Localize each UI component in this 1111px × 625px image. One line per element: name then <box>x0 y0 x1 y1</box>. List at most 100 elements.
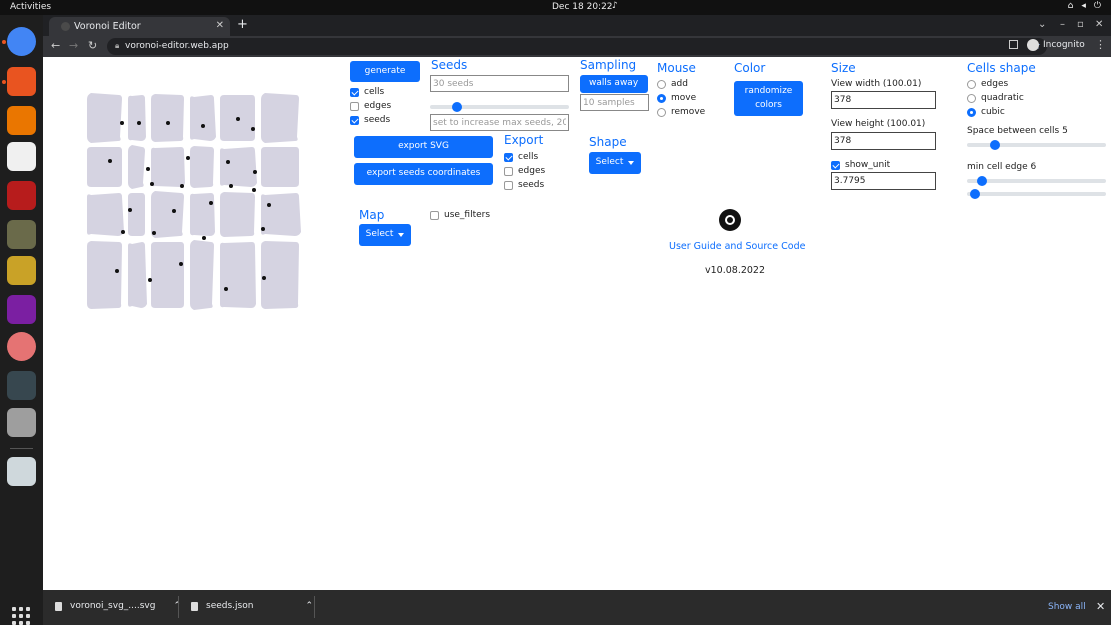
pie-icon[interactable] <box>7 332 36 361</box>
display-checkbox-box[interactable] <box>350 87 359 97</box>
browser-menu-icon[interactable]: ⋮ <box>1095 38 1106 51</box>
app-icon[interactable] <box>7 142 36 171</box>
voronoi-cell[interactable] <box>128 242 147 308</box>
seed-point[interactable] <box>121 230 125 234</box>
show-all-downloads-link[interactable]: Show all <box>1048 602 1086 612</box>
new-tab-icon[interactable]: + <box>237 17 248 32</box>
show-unit-checkbox[interactable]: show_unit <box>831 160 890 170</box>
reload-icon[interactable]: ↻ <box>88 39 97 52</box>
view-width-input[interactable] <box>831 91 936 109</box>
filezilla-icon[interactable] <box>7 181 36 210</box>
show-unit-box[interactable] <box>831 160 840 170</box>
seed-point[interactable] <box>108 159 112 163</box>
seed-point[interactable] <box>146 167 150 171</box>
voronoi-cell[interactable] <box>151 147 185 187</box>
incognito-label[interactable]: Incognito <box>1043 40 1085 50</box>
cells-shape-radio-button[interactable] <box>967 107 976 117</box>
seed-point[interactable] <box>115 269 119 273</box>
globe-icon[interactable] <box>7 256 36 285</box>
seed-point[interactable] <box>150 182 154 186</box>
unit-value-input[interactable] <box>831 172 936 190</box>
mouse-radio-move[interactable]: move <box>657 93 696 103</box>
show-applications-icon[interactable] <box>12 607 30 625</box>
export-checkbox-box[interactable] <box>504 152 513 162</box>
seed-point[interactable] <box>226 160 230 164</box>
seed-point[interactable] <box>152 231 156 235</box>
download-item-svg[interactable]: voronoi_svg_....svg ⌃ <box>55 601 181 611</box>
export-checkbox-box[interactable] <box>504 180 513 190</box>
voronoi-cell[interactable] <box>190 240 214 310</box>
mouse-radio-remove[interactable]: remove <box>657 107 705 117</box>
monitor-icon[interactable] <box>7 371 36 400</box>
voronoi-cell[interactable] <box>190 95 216 141</box>
back-icon[interactable]: ← <box>51 39 60 52</box>
export-checkbox-box[interactable] <box>504 166 513 176</box>
voronoi-cell[interactable] <box>261 193 301 236</box>
system-tray[interactable]: ⌂ ◂ ⏻ <box>1068 1 1101 11</box>
seeds-count-input[interactable] <box>430 75 569 92</box>
voronoi-cell[interactable] <box>87 93 122 143</box>
activities-button[interactable]: Activities <box>10 2 51 12</box>
voronoi-cell[interactable] <box>128 95 146 141</box>
mouse-radio-add[interactable]: add <box>657 79 688 89</box>
blender-icon[interactable] <box>7 106 36 135</box>
github-icon[interactable] <box>719 209 741 231</box>
display-checkbox-cells[interactable]: cells <box>350 87 384 97</box>
export-svg-button[interactable]: export SVG <box>354 136 493 158</box>
display-checkbox-seeds[interactable]: seeds <box>350 115 390 125</box>
chrome-icon[interactable] <box>7 27 36 56</box>
seed-point[interactable] <box>148 278 152 282</box>
seed-point[interactable] <box>128 208 132 212</box>
seed-point[interactable] <box>202 236 206 240</box>
side-panel-icon[interactable] <box>1009 40 1018 49</box>
view-height-input[interactable] <box>831 132 936 150</box>
seed-point[interactable] <box>137 121 141 125</box>
seeds-slider[interactable] <box>430 102 569 112</box>
shape-select-dropdown[interactable]: Select <box>589 152 641 174</box>
voronoi-cell[interactable] <box>151 191 184 238</box>
voronoi-cell[interactable] <box>87 147 122 187</box>
seed-point[interactable] <box>201 124 205 128</box>
voronoi-cell[interactable] <box>220 242 256 308</box>
seed-point[interactable] <box>261 227 265 231</box>
close-download-bar-icon[interactable]: ✕ <box>1096 600 1105 613</box>
tab-voronoi-editor[interactable]: Voronoi Editor ✕ <box>49 17 230 36</box>
close-window-icon[interactable]: ✕ <box>1095 19 1103 30</box>
chevron-up-icon[interactable]: ⌃ <box>305 601 313 611</box>
mouse-radio-button[interactable] <box>657 107 666 117</box>
seed-point[interactable] <box>209 201 213 205</box>
scanner-icon[interactable] <box>7 408 36 437</box>
extra-slider-thumb[interactable] <box>970 189 980 199</box>
voronoi-cell[interactable] <box>220 147 257 187</box>
display-checkbox-box[interactable] <box>350 101 359 111</box>
mouse-radio-button[interactable] <box>657 93 666 103</box>
map-select-dropdown[interactable]: Select <box>359 224 411 246</box>
extra-slider[interactable] <box>967 189 1106 199</box>
seed-point[interactable] <box>120 121 124 125</box>
voronoi-cell[interactable] <box>261 241 299 309</box>
voronoi-cell[interactable] <box>220 192 255 237</box>
forward-icon[interactable]: → <box>69 39 78 52</box>
seed-point[interactable] <box>253 170 257 174</box>
voronoi-canvas[interactable] <box>84 92 302 311</box>
gimp-icon[interactable] <box>7 220 36 249</box>
tab-search-icon[interactable]: ⌄ <box>1038 19 1046 30</box>
seed-point[interactable] <box>262 276 266 280</box>
voronoi-cell[interactable] <box>151 242 184 308</box>
max-seeds-input[interactable] <box>430 114 569 131</box>
seed-point[interactable] <box>166 121 170 125</box>
voronoi-cell[interactable] <box>87 193 124 236</box>
seed-point[interactable] <box>224 287 228 291</box>
close-tab-icon[interactable]: ✕ <box>216 20 224 31</box>
randomize-colors-button[interactable]: randomize colors <box>734 81 803 116</box>
generate-button[interactable]: generate <box>350 61 420 82</box>
cells-shape-radio-button[interactable] <box>967 79 976 89</box>
voronoi-cell[interactable] <box>151 94 184 142</box>
seed-point[interactable] <box>180 184 184 188</box>
voronoi-cell[interactable] <box>190 193 215 236</box>
export-seeds-button[interactable]: export seeds coordinates <box>354 163 493 185</box>
seed-point[interactable] <box>267 203 271 207</box>
use-filters-box[interactable] <box>430 210 439 220</box>
trash-icon[interactable] <box>7 457 36 486</box>
space-slider-thumb[interactable] <box>990 140 1000 150</box>
